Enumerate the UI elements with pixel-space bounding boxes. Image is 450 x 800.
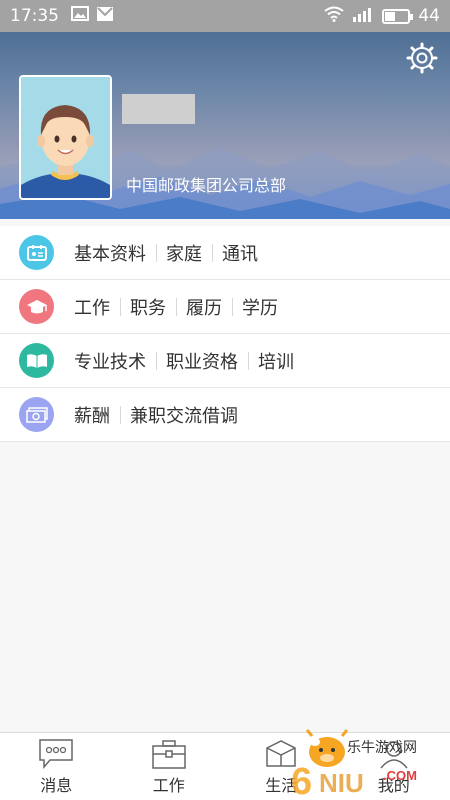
money-icon xyxy=(19,397,54,432)
menu-item-salary[interactable]: 薪酬 xyxy=(64,402,120,428)
info-menu: 基本资料 家庭 通讯 工作 职务 履历 学历 专业技术 职业资格 培训 薪酬 兼… xyxy=(0,226,450,442)
status-bar: 17:35 44 xyxy=(0,0,450,32)
svg-text:6: 6 xyxy=(291,761,312,800)
menu-item-part-time-exchange[interactable]: 兼职交流借调 xyxy=(120,402,248,428)
battery-level: 44 xyxy=(418,6,440,26)
menu-item-basic-info[interactable]: 基本资料 xyxy=(64,240,156,266)
svg-text:NIU: NIU xyxy=(319,768,364,798)
menu-item-training[interactable]: 培训 xyxy=(248,348,304,374)
menu-item-professional-tech[interactable]: 专业技术 xyxy=(64,348,156,374)
svg-text:乐牛游戏网: 乐牛游戏网 xyxy=(347,740,417,756)
nav-tab-work[interactable]: 工作 xyxy=(113,733,226,800)
menu-item-family[interactable]: 家庭 xyxy=(156,240,212,266)
menu-item-position[interactable]: 职务 xyxy=(120,294,176,320)
status-time: 17:35 xyxy=(10,6,59,26)
username-placeholder xyxy=(122,94,195,124)
site-watermark: 6 NIU .COM 乐牛游戏网 xyxy=(285,722,450,800)
wifi-icon xyxy=(324,6,344,27)
graduation-cap-icon xyxy=(19,289,54,324)
menu-item-education[interactable]: 学历 xyxy=(232,294,288,320)
battery-icon xyxy=(382,8,414,24)
id-card-icon xyxy=(19,235,54,270)
nav-label-work: 工作 xyxy=(152,776,185,795)
menu-row-professional[interactable]: 专业技术 职业资格 培训 xyxy=(0,334,450,388)
avatar[interactable] xyxy=(19,75,112,200)
profile-header: 中国邮政集团公司总部 xyxy=(0,32,450,219)
menu-row-basic[interactable]: 基本资料 家庭 通讯 xyxy=(0,226,450,280)
status-right: 44 xyxy=(324,6,440,27)
nav-label-messages: 消息 xyxy=(40,776,73,795)
menu-item-qualification[interactable]: 职业资格 xyxy=(156,348,248,374)
svg-text:.COM: .COM xyxy=(383,768,417,783)
menu-row-work[interactable]: 工作 职务 履历 学历 xyxy=(0,280,450,334)
nav-tab-messages[interactable]: 消息 xyxy=(0,733,113,800)
menu-item-contact[interactable]: 通讯 xyxy=(212,240,268,266)
book-icon xyxy=(19,343,54,378)
briefcase-icon xyxy=(152,740,186,769)
menu-item-resume[interactable]: 履历 xyxy=(176,294,232,320)
message-icon xyxy=(39,739,73,770)
gallery-notification-icon xyxy=(71,6,89,26)
organization-name: 中国邮政集团公司总部 xyxy=(126,176,287,195)
settings-gear-icon[interactable] xyxy=(406,42,438,74)
signal-icon xyxy=(352,6,374,27)
mail-notification-icon xyxy=(97,6,113,26)
menu-item-work[interactable]: 工作 xyxy=(64,294,120,320)
menu-row-salary[interactable]: 薪酬 兼职交流借调 xyxy=(0,388,450,442)
